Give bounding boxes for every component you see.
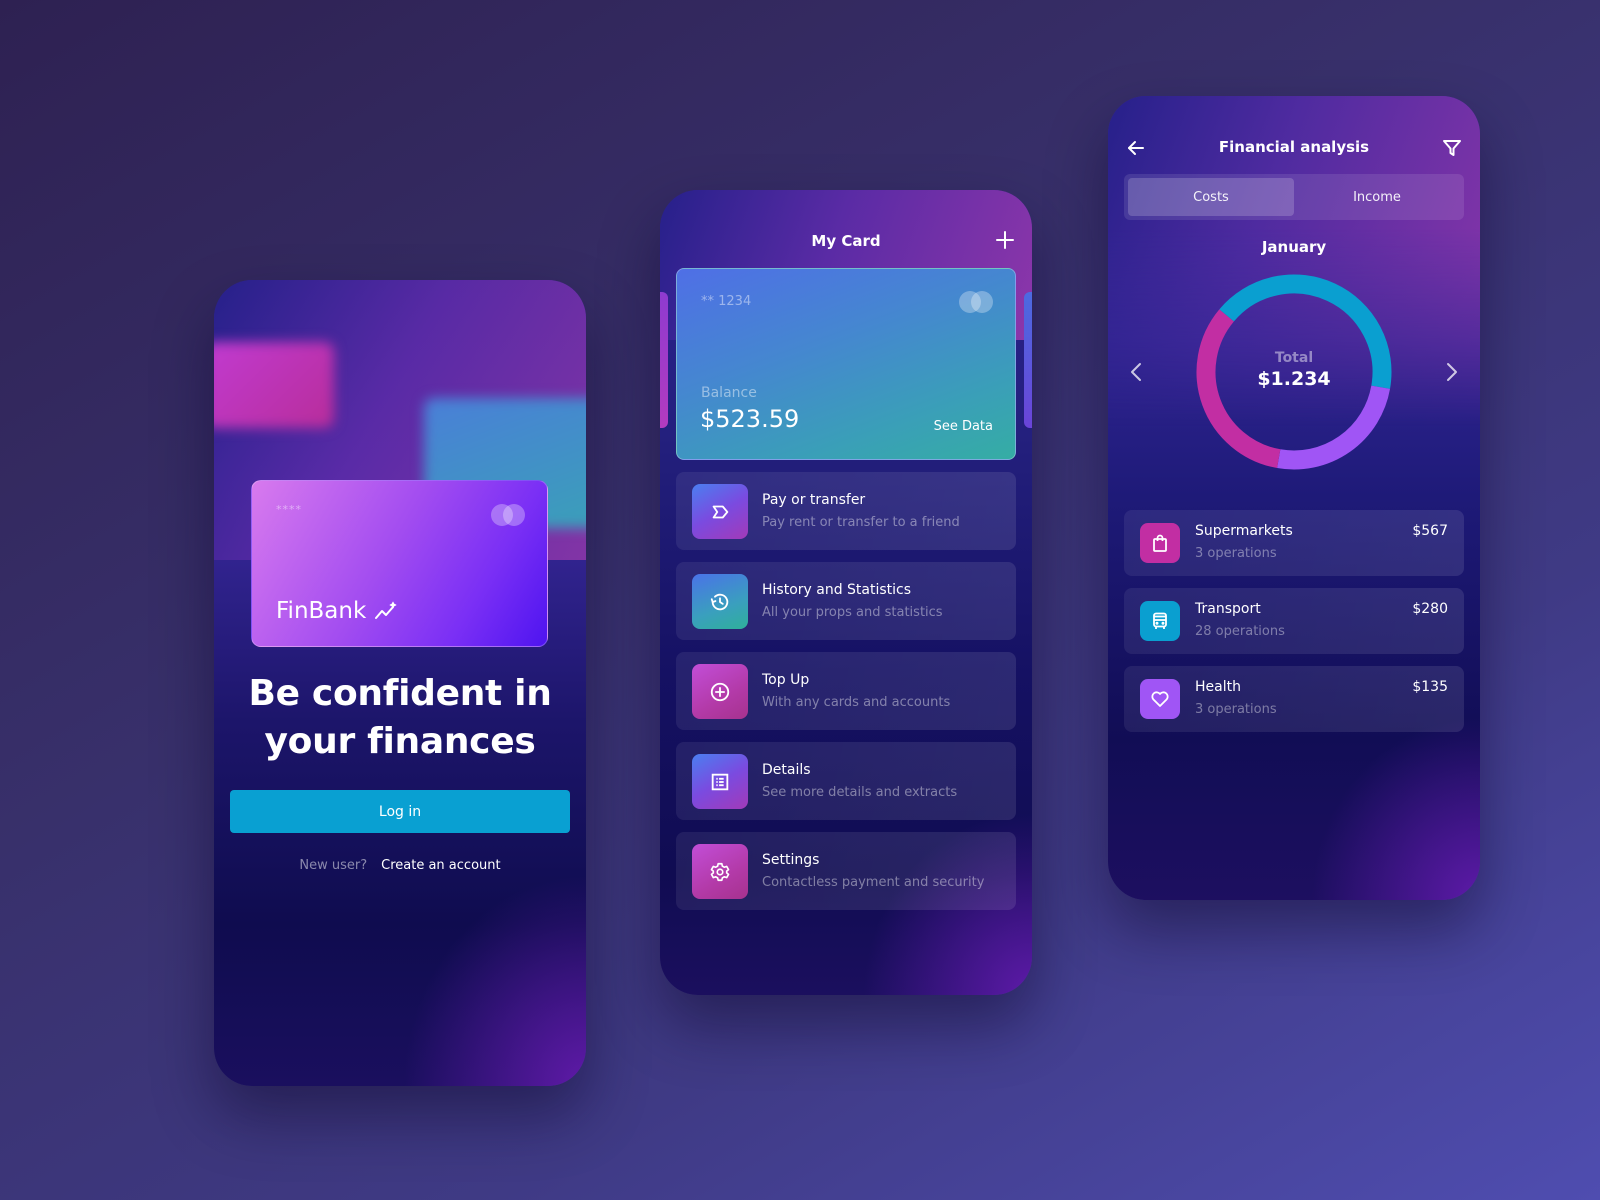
card-brand: FinBank: [276, 598, 398, 624]
donut-center: Total $1.234: [1188, 266, 1400, 478]
menu-item-title: History and Statistics: [762, 582, 912, 598]
icon-tile: [692, 574, 748, 629]
total-label: Total: [1274, 350, 1314, 366]
category-name: Health: [1195, 679, 1241, 695]
headline: Be confident in your finances: [214, 670, 586, 766]
create-account-link[interactable]: Create an account: [381, 858, 500, 873]
icon-tile: [692, 664, 748, 719]
menu-item-title: Pay or transfer: [762, 492, 866, 508]
category-operations: 3 operations: [1195, 702, 1277, 717]
menu-item-subtitle: With any cards and accounts: [762, 695, 951, 710]
balance-value: $523.59: [700, 405, 800, 433]
icon-tile: [1140, 679, 1180, 719]
finbank-card: **** FinBank: [251, 480, 548, 647]
mastercard-logo-icon: [959, 291, 993, 313]
bus-icon: [1153, 612, 1167, 629]
card-masked-number: ** 1234: [701, 294, 752, 309]
menu-list: Pay or transfer Pay rent or transfer to …: [676, 472, 1016, 922]
tab-costs[interactable]: Costs: [1128, 178, 1294, 216]
tab-income[interactable]: Income: [1294, 178, 1460, 216]
category-amount: $280: [1412, 601, 1448, 617]
category-name: Supermarkets: [1195, 523, 1293, 539]
login-button[interactable]: Log in: [230, 790, 570, 833]
brand-name: FinBank: [276, 598, 367, 624]
menu-item-title: Settings: [762, 852, 820, 868]
chevron-left-icon[interactable]: [1126, 360, 1146, 384]
my-card-screen: My Card ** 1234 Balance $523.59 See Data…: [660, 190, 1032, 995]
heart-icon: [1151, 691, 1169, 707]
bank-card[interactable]: ** 1234 Balance $523.59 See Data: [676, 268, 1016, 460]
blurred-card-pink: [214, 342, 334, 428]
financial-analysis-screen: Financial analysis Costs Income January …: [1108, 96, 1480, 900]
menu-item-settings[interactable]: Settings Contactless payment and securit…: [676, 832, 1016, 910]
new-user-label: New user?: [299, 858, 368, 873]
menu-item-title: Top Up: [762, 672, 810, 688]
next-card-peek[interactable]: [1024, 292, 1032, 428]
category-operations: 28 operations: [1195, 624, 1285, 639]
balance-label: Balance: [701, 385, 757, 401]
login-screen: **** FinBank Be confident in your financ…: [214, 280, 586, 1086]
plus-circle-icon: [710, 682, 730, 701]
headline-line-1: Be confident in: [248, 673, 552, 714]
shopping-bag-icon: [1153, 534, 1167, 552]
costs-income-toggle: Costs Income: [1124, 174, 1464, 220]
headline-line-2: your finances: [264, 721, 536, 762]
transfer-arrow-icon: [712, 505, 729, 518]
plus-icon[interactable]: [996, 231, 1014, 249]
category-item-health[interactable]: Health 3 operations $135: [1124, 666, 1464, 732]
category-amount: $135: [1412, 679, 1448, 695]
filter-icon[interactable]: [1442, 138, 1462, 158]
menu-item-title: Details: [762, 762, 811, 778]
category-amount: $567: [1412, 523, 1448, 539]
category-item-supermarkets[interactable]: Supermarkets 3 operations $567: [1124, 510, 1464, 576]
icon-tile: [1140, 601, 1180, 641]
page-title: Financial analysis: [1218, 138, 1370, 156]
icon-tile: [1140, 523, 1180, 563]
icon-tile: [692, 844, 748, 899]
total-value: $1.234: [1257, 368, 1331, 390]
category-name: Transport: [1195, 601, 1261, 617]
previous-card-peek[interactable]: [660, 292, 668, 428]
menu-item-history[interactable]: History and Statistics All your props an…: [676, 562, 1016, 640]
menu-item-subtitle: Contactless payment and security: [762, 875, 985, 890]
page-title: My Card: [811, 232, 881, 250]
gear-icon: [710, 862, 730, 881]
see-data-link[interactable]: See Data: [934, 419, 993, 434]
menu-item-top-up[interactable]: Top Up With any cards and accounts: [676, 652, 1016, 730]
history-icon: [710, 593, 729, 610]
sparkle-chart-icon: [375, 601, 397, 619]
category-item-transport[interactable]: Transport 28 operations $280: [1124, 588, 1464, 654]
menu-item-subtitle: See more details and extracts: [762, 785, 958, 800]
category-operations: 3 operations: [1195, 546, 1277, 561]
month-label: January: [1261, 238, 1327, 256]
chevron-right-icon[interactable]: [1442, 360, 1462, 384]
mastercard-logo-icon: [491, 504, 525, 526]
menu-item-subtitle: Pay rent or transfer to a friend: [762, 515, 960, 530]
card-masked-number: ****: [276, 503, 302, 516]
menu-item-subtitle: All your props and statistics: [762, 605, 943, 620]
category-list: Supermarkets 3 operations $567 Transport…: [1124, 510, 1464, 744]
signup-row: New user? Create an account: [214, 858, 586, 873]
icon-tile: [692, 754, 748, 809]
list-icon: [711, 773, 729, 790]
menu-item-details[interactable]: Details See more details and extracts: [676, 742, 1016, 820]
icon-tile: [692, 484, 748, 539]
menu-item-pay-or-transfer[interactable]: Pay or transfer Pay rent or transfer to …: [676, 472, 1016, 550]
